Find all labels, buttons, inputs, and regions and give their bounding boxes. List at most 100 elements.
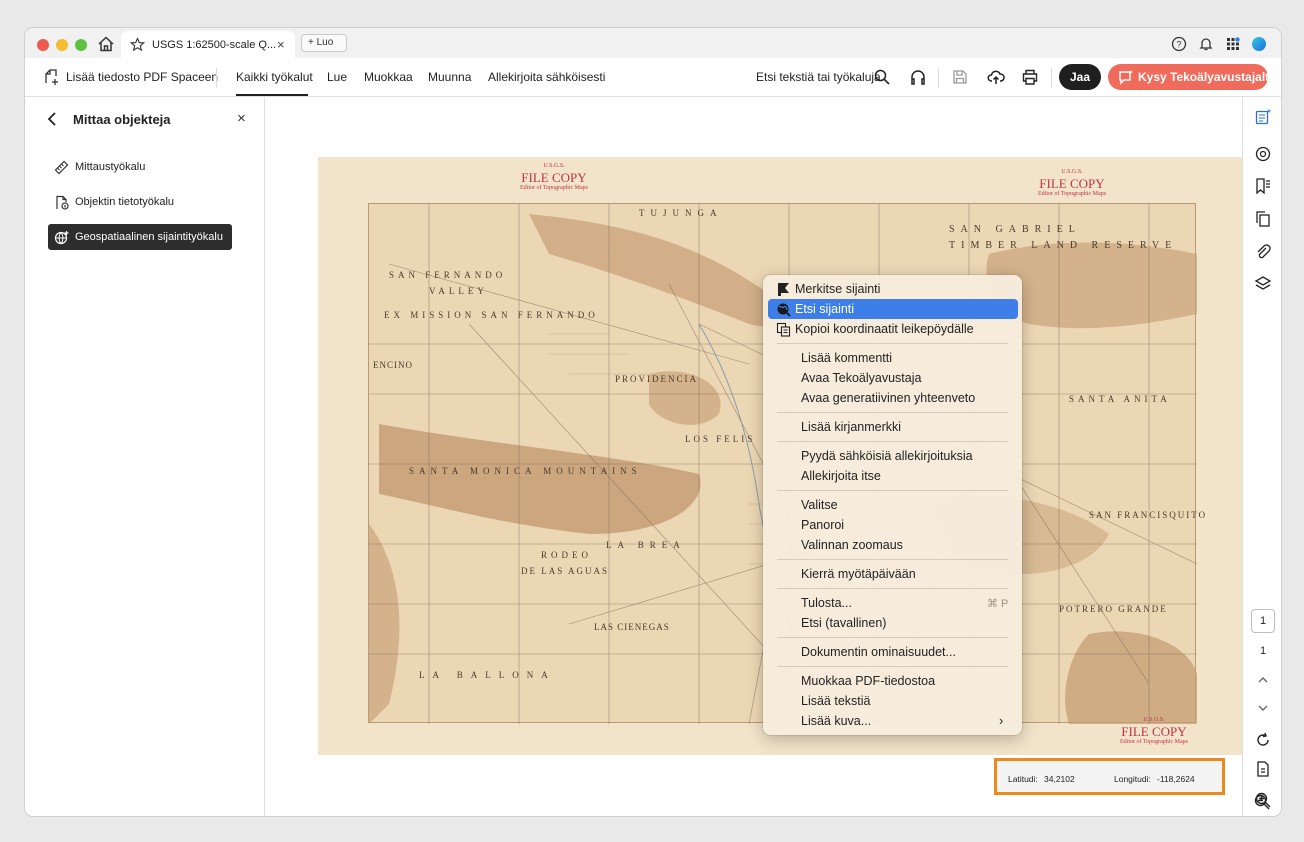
- tool-object-info[interactable]: Objektin tietotyökalu: [48, 189, 232, 215]
- profile-avatar-icon[interactable]: [1251, 36, 1267, 52]
- map-label: VALLEY: [429, 286, 488, 296]
- map-label: LAS CIENEGAS: [594, 622, 670, 632]
- map-label: POTRERO GRANDE: [1059, 604, 1168, 614]
- menu-add-image[interactable]: Lisää kuva...: [801, 714, 871, 728]
- tab-edit[interactable]: Muokkaa: [364, 70, 413, 84]
- menu-rotate-clockwise[interactable]: Kierrä myötäpäivään: [801, 567, 916, 581]
- layers-icon[interactable]: [1254, 275, 1272, 293]
- back-chevron-icon[interactable]: [45, 111, 59, 127]
- tab-e-sign[interactable]: Allekirjoita sähköisesti: [488, 70, 605, 84]
- rotate-icon[interactable]: [1254, 731, 1272, 749]
- menu-pan[interactable]: Panoroi: [801, 518, 844, 532]
- geo-location-icon: [54, 231, 69, 245]
- tab-all-tools[interactable]: Kaikki työkalut: [236, 70, 313, 84]
- map-label: LA BALLONA: [419, 670, 556, 680]
- fit-page-icon[interactable]: [1254, 760, 1272, 778]
- upload-cloud-icon[interactable]: [987, 68, 1005, 86]
- menu-edit-pdf[interactable]: Muokkaa PDF-tiedostoa: [801, 674, 935, 688]
- map-label: SANTA MONICA MOUNTAINS: [409, 466, 642, 476]
- maximize-window-button[interactable]: [75, 39, 87, 51]
- ai-chat-icon: [1119, 70, 1133, 85]
- new-tab-button[interactable]: + Luo: [301, 34, 347, 52]
- map-label: ENCINO: [373, 360, 413, 370]
- right-sidebar: 1 1: [1242, 97, 1281, 816]
- star-icon[interactable]: [130, 37, 145, 52]
- zoom-out-icon[interactable]: [1253, 793, 1271, 811]
- menu-select[interactable]: Valitse: [801, 498, 838, 512]
- tab-document[interactable]: USGS 1:62500-scale Q... ×: [121, 31, 295, 58]
- tab-close-icon[interactable]: ×: [277, 37, 285, 52]
- map-label: DE LAS AGUAS: [521, 566, 610, 576]
- ai-summary-icon[interactable]: [1254, 108, 1272, 126]
- tool-measure[interactable]: Mittaustyökalu: [48, 154, 232, 180]
- longitude-label: Longitudi:: [1114, 774, 1151, 784]
- add-to-pdf-space-button[interactable]: Lisää tiedosto PDF Spaceen: [66, 70, 218, 84]
- apps-grid-icon[interactable]: [1225, 36, 1241, 52]
- tool-object-info-label: Objektin tietotyökalu: [75, 196, 175, 208]
- home-icon[interactable]: [97, 35, 115, 53]
- file-copy-stamp: U.S.G.S. FILE COPY Editor of Topographic…: [1038, 167, 1106, 200]
- menu-add-text[interactable]: Lisää tekstiä: [801, 694, 870, 708]
- menu-add-bookmark[interactable]: Lisää kirjanmerkki: [801, 420, 901, 434]
- latitude-label: Latitudi:: [1008, 774, 1038, 784]
- tab-read[interactable]: Lue: [327, 70, 347, 84]
- map-label: LA BREA: [606, 540, 686, 550]
- tab-convert[interactable]: Muunna: [428, 70, 471, 84]
- tool-measure-label: Mittaustyökalu: [75, 161, 146, 173]
- stamp-sub: Editor of Topographic Maps: [1120, 739, 1188, 745]
- menu-find[interactable]: Etsi (tavallinen): [801, 616, 886, 630]
- attachments-icon[interactable]: [1254, 243, 1272, 261]
- main-toolbar: Lisää tiedosto PDF Spaceen Kaikki työkal…: [25, 58, 1281, 97]
- page-up-chevron-icon[interactable]: [1254, 671, 1272, 689]
- map-label: LOS FELIS: [685, 434, 756, 444]
- ruler-icon: [54, 160, 69, 175]
- headphones-icon[interactable]: [909, 68, 927, 86]
- bell-icon[interactable]: [1198, 36, 1214, 52]
- pages-icon[interactable]: [1254, 210, 1272, 228]
- map-label: SAN GABRIEL: [949, 224, 1081, 235]
- stamp-sub: Editor of Topographic Maps: [520, 185, 588, 191]
- latitude-value: 34,2102: [1044, 774, 1075, 784]
- page-down-chevron-icon[interactable]: [1254, 699, 1272, 717]
- map-label: TIMBER LAND RESERVE: [949, 240, 1178, 251]
- comments-icon[interactable]: [1254, 145, 1272, 163]
- menu-open-ai-assistant[interactable]: Avaa Tekoälyavustaja: [801, 371, 921, 385]
- menu-find-location[interactable]: Etsi sijainti: [795, 302, 854, 316]
- menu-copy-coordinates[interactable]: Kopioi koordinaatit leikepöydälle: [795, 322, 974, 336]
- copy-coordinates-icon: [776, 322, 791, 337]
- search-icon[interactable]: [873, 68, 891, 86]
- tool-geospatial-label: Geospatiaalinen sijaintityökalu: [75, 231, 223, 243]
- longitude-value: -118,2624: [1157, 774, 1195, 784]
- share-button[interactable]: Jaa: [1059, 64, 1101, 90]
- coordinates-readout: Latitudi: 34,2102 Longitudi: -118,2624: [994, 758, 1225, 795]
- mark-location-icon: [778, 283, 789, 296]
- menu-request-esignatures[interactable]: Pyydä sähköisiä allekirjoituksia: [801, 449, 973, 463]
- help-icon[interactable]: ?: [1171, 36, 1187, 52]
- print-shortcut: ⌘ P: [987, 598, 1009, 610]
- document-viewer[interactable]: SAN GABRIEL TIMBER LAND RESERVE SAN FERN…: [266, 97, 1242, 816]
- menu-document-properties[interactable]: Dokumentin ominaisuudet...: [801, 645, 956, 659]
- menu-marquee-zoom[interactable]: Valinnan zoomaus: [801, 538, 903, 552]
- menu-open-generative-summary[interactable]: Avaa generatiivinen yhteenveto: [801, 391, 975, 405]
- menu-add-comment[interactable]: Lisää kommentti: [801, 351, 892, 365]
- stamp-sub: Editor of Topographic Maps: [1038, 191, 1106, 197]
- menu-mark-location[interactable]: Merkitse sijainti: [795, 282, 880, 296]
- close-window-button[interactable]: [37, 39, 49, 51]
- ai-assistant-button[interactable]: Kysy Tekoälyavustajalta: [1108, 64, 1276, 90]
- panel-close-icon[interactable]: ×: [237, 110, 246, 127]
- menu-print[interactable]: Tulosta...: [801, 596, 852, 610]
- file-copy-stamp: U.S.G.S. FILE COPY Editor of Topographic…: [1120, 715, 1188, 748]
- svg-text:?: ?: [1176, 40, 1181, 50]
- print-icon[interactable]: [1021, 68, 1039, 86]
- menu-sign-yourself[interactable]: Allekirjoita itse: [801, 469, 881, 483]
- search-tools-label[interactable]: Etsi tekstiä tai työkaluja: [756, 70, 881, 84]
- bookmarks-icon[interactable]: [1254, 177, 1272, 195]
- ai-assistant-label: Kysy Tekoälyavustajalta: [1138, 70, 1276, 84]
- tool-geospatial-location[interactable]: Geospatiaalinen sijaintityökalu: [48, 224, 232, 250]
- add-file-icon[interactable]: [43, 68, 61, 86]
- map-label: RODEO: [541, 550, 592, 560]
- map-label: PROVIDENCIA: [615, 374, 699, 384]
- save-icon[interactable]: [951, 68, 969, 86]
- current-page-input[interactable]: 1: [1251, 609, 1275, 633]
- minimize-window-button[interactable]: [56, 39, 68, 51]
